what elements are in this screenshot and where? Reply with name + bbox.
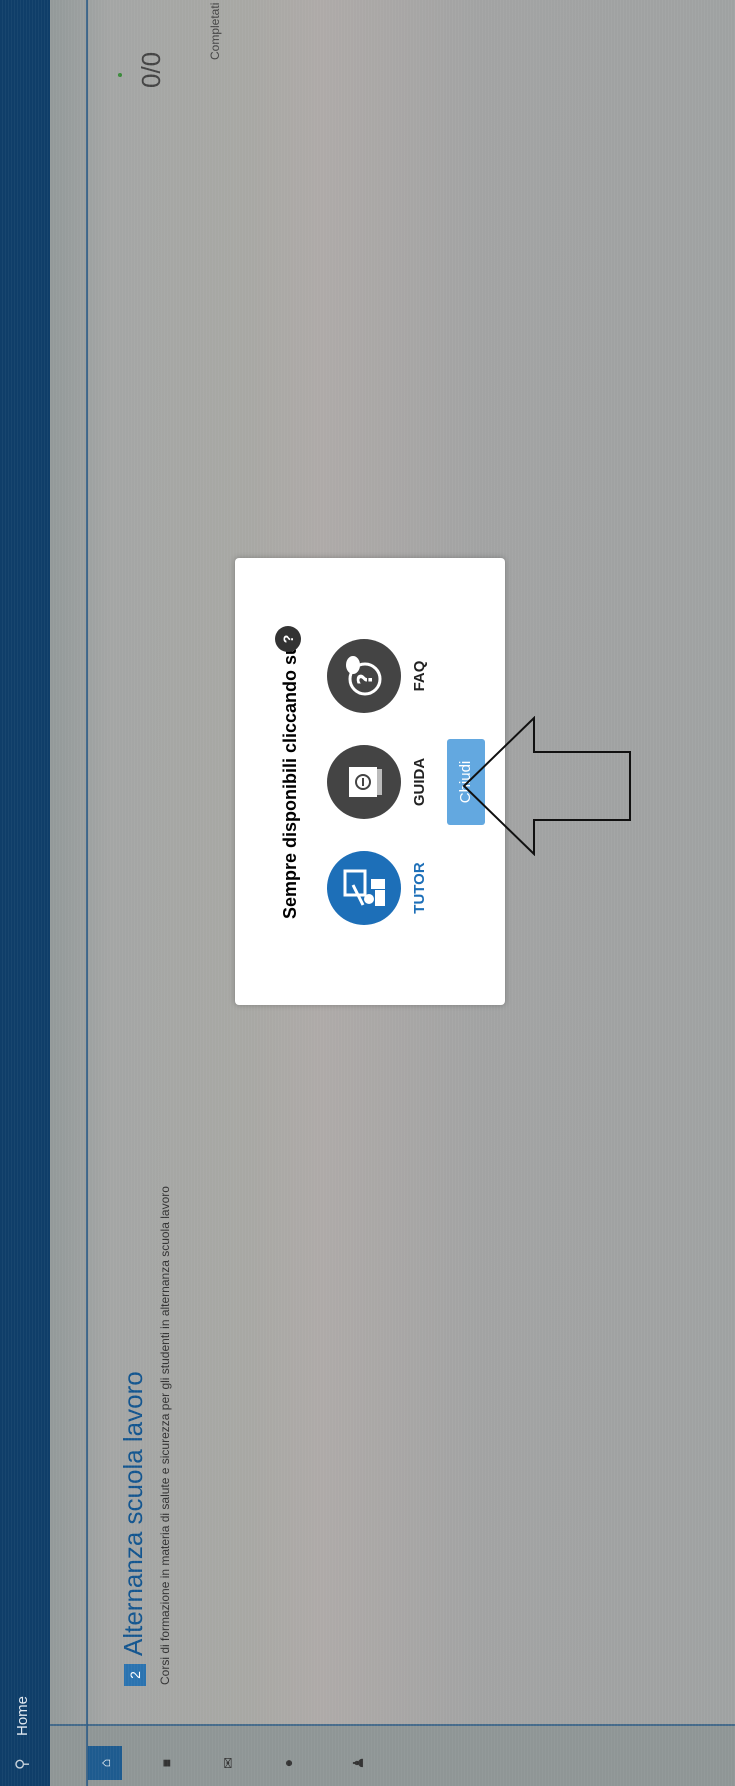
- header-divider: [86, 0, 88, 1786]
- completion-score: 0/0: [136, 51, 166, 88]
- grid-icon: ■: [158, 1758, 174, 1768]
- guide-icon: [327, 745, 401, 819]
- sidebar-item-courses[interactable]: ■: [158, 1754, 174, 1772]
- tutor-label: TUTOR: [411, 862, 428, 914]
- top-navbar: ⚲ Home: [0, 0, 50, 1786]
- completion-label: Completati: [208, 2, 222, 60]
- guide-option[interactable]: GUIDA: [327, 737, 428, 827]
- course-description: Corsi di formazione in materia di salute…: [158, 1186, 172, 1685]
- sidebar-item-profile[interactable]: ♟: [350, 1754, 367, 1772]
- arrow-annotation-icon: [462, 716, 631, 856]
- mail-icon: ✉: [220, 1757, 236, 1769]
- tutor-icon: [327, 851, 401, 925]
- faq-icon: ?: [327, 639, 401, 713]
- sidebar-item-home[interactable]: ⌂: [88, 1746, 122, 1780]
- status-dot: [118, 73, 122, 77]
- info-icon: ●: [280, 1758, 296, 1768]
- course-title[interactable]: Alternanza scuola lavoro: [118, 1371, 149, 1656]
- sidebar: ⌂ ■ ✉ ● ♟: [50, 1726, 735, 1786]
- home-icon: ⌂: [97, 1758, 113, 1768]
- course-number-badge: 2: [124, 1664, 146, 1686]
- guide-label: GUIDA: [411, 757, 428, 807]
- screenshot-stage: ⚲ Home ⌂ ■ ✉ ● ♟ 2 Alternanza scuola lav…: [0, 0, 735, 1786]
- sidebar-item-messages[interactable]: ✉: [220, 1754, 237, 1772]
- svg-text:?: ?: [353, 673, 377, 685]
- faq-option[interactable]: ? FAQ: [327, 631, 428, 721]
- modal-title: Sempre disponibili cliccando su: [280, 558, 301, 1005]
- faq-label: FAQ: [411, 660, 428, 692]
- tutor-option[interactable]: TUTOR: [327, 843, 428, 933]
- search-icon[interactable]: ⚲: [12, 1758, 32, 1770]
- sidebar-divider: [50, 1724, 735, 1726]
- page: ⚲ Home ⌂ ■ ✉ ● ♟ 2 Alternanza scuola lav…: [0, 0, 735, 1786]
- help-question-icon: ?: [275, 626, 301, 652]
- home-link[interactable]: Home: [14, 1696, 31, 1736]
- user-icon: ♟: [350, 1756, 366, 1770]
- modal-title-text: Sempre disponibili cliccando su: [280, 643, 300, 920]
- sidebar-item-info[interactable]: ●: [280, 1754, 296, 1772]
